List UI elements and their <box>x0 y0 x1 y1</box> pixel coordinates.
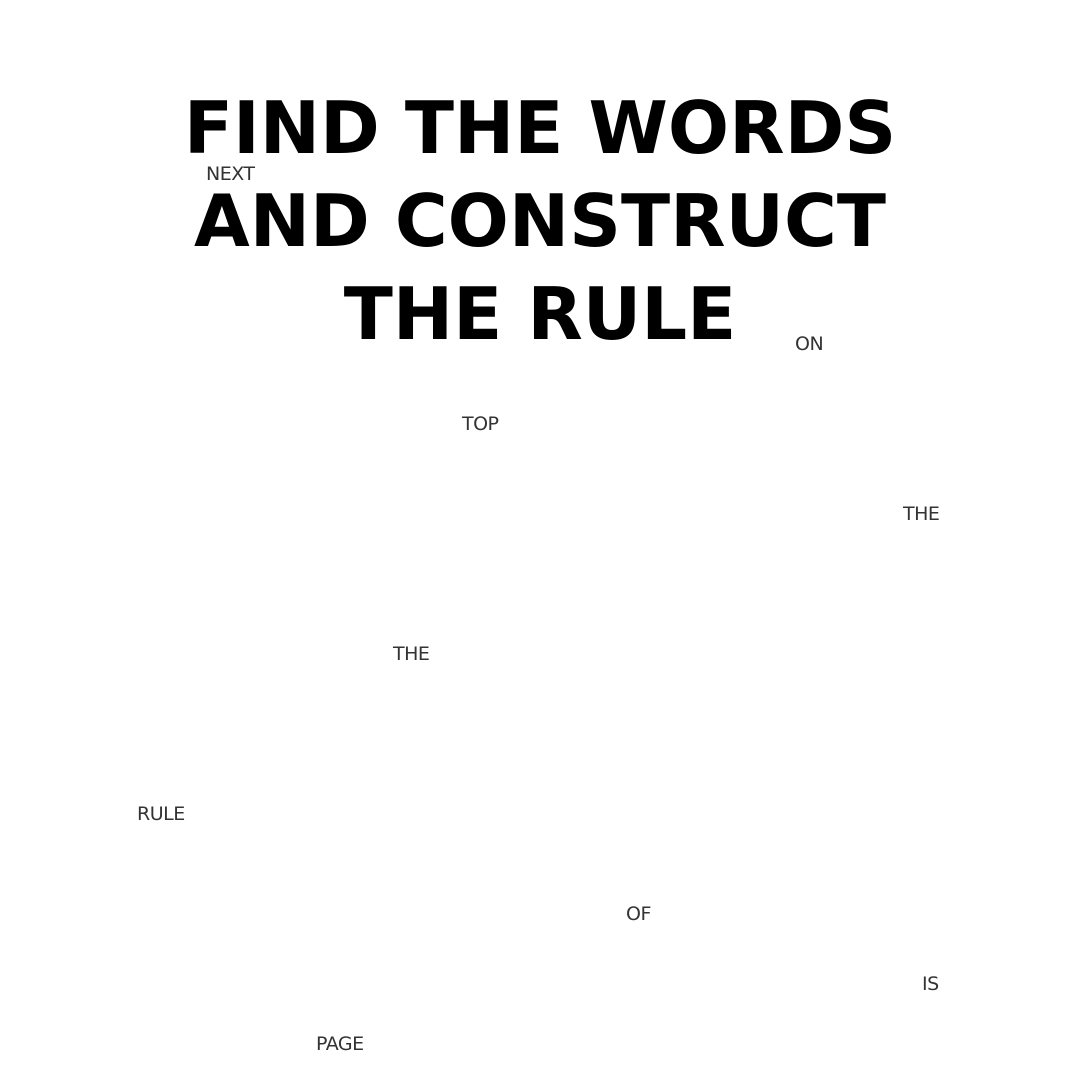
hidden-word-is[interactable]: IS <box>922 973 939 995</box>
hidden-word-rule[interactable]: RULE <box>137 803 185 825</box>
hidden-word-of[interactable]: OF <box>626 903 651 925</box>
hidden-word-top[interactable]: TOP <box>462 413 499 435</box>
title-line-2: AND CONSTRUCT <box>194 179 886 263</box>
hidden-word-the[interactable]: THE <box>903 503 940 525</box>
title-line-3: THE RULE <box>343 272 737 356</box>
hidden-word-on[interactable]: ON <box>795 333 824 355</box>
hidden-word-page[interactable]: PAGE <box>316 1033 364 1055</box>
hidden-word-next[interactable]: NEXT <box>206 163 255 185</box>
title-line-1: FIND THE WORDS <box>183 86 897 170</box>
page-title: FIND THE WORDS AND CONSTRUCT THE RULE <box>0 82 1080 361</box>
hidden-word-the[interactable]: THE <box>393 643 430 665</box>
